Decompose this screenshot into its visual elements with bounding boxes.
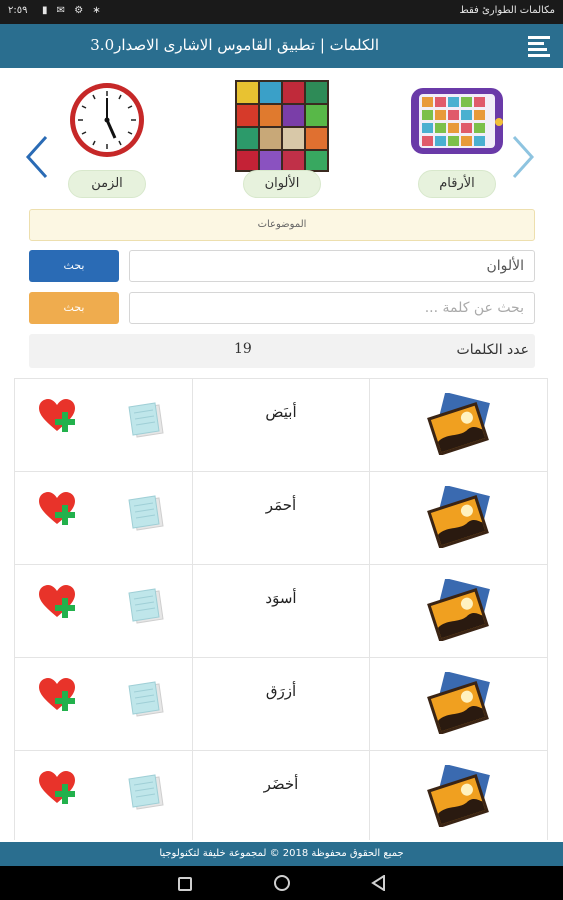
topic-numbers[interactable]: الأرقام	[401, 80, 513, 198]
image-placeholder-icon	[427, 393, 490, 455]
note-cell[interactable]	[105, 658, 193, 750]
note-cell[interactable]	[105, 751, 193, 840]
list-item[interactable]: أخضَر	[15, 751, 547, 840]
color-blocks-icon	[235, 80, 329, 172]
topic-time[interactable]: الزمن	[51, 80, 163, 198]
app-window: ٢:٥٩ ▮ ✉ ⚙ ∗ مكالمات الطوارئ فقط الكلمات…	[0, 0, 563, 900]
image-cell[interactable]	[370, 565, 547, 657]
add-favorite-heart-icon[interactable]	[39, 771, 79, 807]
image-cell[interactable]	[370, 751, 547, 840]
carousel-prev-arrow-icon[interactable]	[24, 133, 50, 181]
word-count-label: عدد الكلمات	[456, 342, 529, 358]
search-topic-button[interactable]: بحث	[29, 250, 119, 282]
footer-copyright: جميع الحقوق محفوظة 2018 © لمجموعة خليفة …	[0, 842, 563, 866]
word-label: أخضَر	[193, 751, 370, 840]
image-placeholder-icon	[427, 765, 490, 827]
image-cell[interactable]	[370, 658, 547, 750]
image-placeholder-icon	[427, 486, 490, 548]
back-icon[interactable]	[371, 875, 387, 891]
word-count-value: 19	[234, 341, 252, 357]
note-cell[interactable]	[105, 472, 193, 564]
add-favorite-heart-icon[interactable]	[39, 492, 79, 528]
topic-field[interactable]: الألوان	[129, 250, 535, 282]
favorite-cell[interactable]	[15, 751, 105, 840]
favorite-cell[interactable]	[15, 565, 105, 657]
image-cell[interactable]	[370, 379, 547, 471]
topic-colors[interactable]: الألوان	[226, 80, 338, 198]
android-nav-bar	[0, 866, 563, 900]
page-title: الكلمات | تطبيق القاموس الاشارى الاصدار3…	[90, 36, 379, 54]
carousel-next-arrow-icon[interactable]	[510, 133, 536, 181]
add-favorite-heart-icon[interactable]	[39, 678, 79, 714]
image-placeholder-icon	[427, 579, 490, 641]
search-word-button[interactable]: بحث	[29, 292, 119, 324]
word-label: أبيَض	[193, 379, 370, 471]
status-time: ٢:٥٩	[8, 5, 28, 16]
hamburger-icon[interactable]	[528, 36, 550, 57]
word-label: أزرَق	[193, 658, 370, 750]
search-input[interactable]: بحث عن كلمة ...	[129, 292, 535, 324]
list-item[interactable]: أسوَد	[15, 565, 547, 658]
notes-icon[interactable]	[125, 680, 167, 720]
list-item[interactable]: أزرَق	[15, 658, 547, 751]
add-favorite-heart-icon[interactable]	[39, 585, 79, 621]
status-bar: ٢:٥٩ ▮ ✉ ⚙ ∗ مكالمات الطوارئ فقط	[0, 0, 563, 24]
topic-time-label: الزمن	[68, 170, 146, 198]
word-count-bar: عدد الكلمات 19	[29, 334, 535, 368]
notes-icon[interactable]	[125, 494, 167, 534]
recent-apps-icon[interactable]	[178, 877, 192, 891]
word-label: أحمَر	[193, 472, 370, 564]
notes-icon[interactable]	[125, 773, 167, 813]
status-icons: ▮ ✉ ⚙ ∗	[42, 5, 104, 16]
home-icon[interactable]	[274, 875, 290, 891]
image-cell[interactable]	[370, 472, 547, 564]
note-cell[interactable]	[105, 565, 193, 657]
status-carrier: مكالمات الطوارئ فقط	[459, 5, 555, 16]
app-header: الكلمات | تطبيق القاموس الاشارى الاصدار3…	[0, 24, 563, 68]
list-item[interactable]: أحمَر	[15, 472, 547, 565]
notes-icon[interactable]	[125, 401, 167, 441]
favorite-cell[interactable]	[15, 658, 105, 750]
favorite-cell[interactable]	[15, 472, 105, 564]
numbers-tablet-icon	[411, 88, 503, 154]
topic-colors-label: الألوان	[243, 170, 321, 198]
list-item[interactable]: أبيَض	[15, 379, 547, 472]
topic-numbers-label: الأرقام	[418, 170, 496, 198]
image-placeholder-icon	[427, 672, 490, 734]
clock-icon	[70, 83, 144, 157]
add-favorite-heart-icon[interactable]	[39, 399, 79, 435]
notes-icon[interactable]	[125, 587, 167, 627]
word-list[interactable]: أبيَض أحمَر أسوَد أزرَق أخضَر	[14, 378, 548, 840]
note-cell[interactable]	[105, 379, 193, 471]
favorite-cell[interactable]	[15, 379, 105, 471]
word-label: أسوَد	[193, 565, 370, 657]
subjects-bar[interactable]: الموضوعات	[29, 209, 535, 241]
